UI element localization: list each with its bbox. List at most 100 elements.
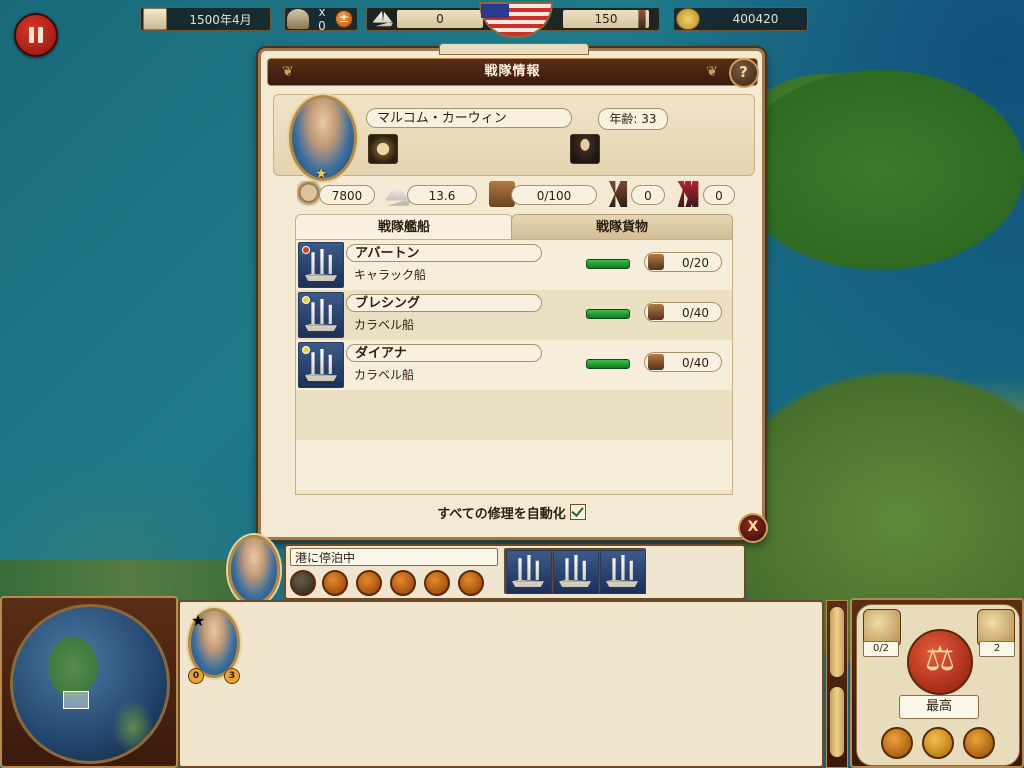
cargo-barrel-icon [648, 304, 664, 320]
ship-name: アバートン [346, 244, 542, 262]
gold-display: 400420 [673, 7, 808, 31]
empty-row [296, 390, 732, 440]
ornament-right-icon: ❦ [706, 64, 719, 80]
carrack-ship-icon[interactable] [298, 242, 344, 288]
ship-list: アバートン キャラック船 0/20 ブレシング カラベル船 0/40 ダイアナ … [295, 239, 733, 495]
ship-health-bar [586, 309, 630, 319]
scroll-up-handle[interactable] [830, 607, 844, 677]
fleet-view-button[interactable] [290, 570, 316, 596]
scroll-down-handle[interactable] [830, 687, 844, 757]
minimap-frame [0, 596, 178, 768]
fleet-info-dialog: ❦ 戦隊情報 ❦ ? ★ マルコム・カーウィン 年齢: 33 7800 13.6… [258, 43, 768, 543]
help-button[interactable]: ? [729, 58, 759, 88]
message-scroll-rail [826, 600, 848, 768]
view-rectangle-icon [63, 691, 89, 709]
fleet-captain-portrait[interactable] [228, 535, 280, 605]
fleet-ship-slots [504, 548, 646, 594]
fleet-status: 港に停泊中 [290, 548, 498, 566]
sail-button[interactable] [322, 570, 348, 596]
soldiers-value: 0 [703, 185, 735, 205]
ship-wheel-button[interactable] [963, 727, 995, 759]
coins-icon [676, 8, 700, 30]
dialog-tab-behind [439, 43, 589, 55]
cargo-barrel-icon [648, 354, 664, 370]
flag-dot-icon [302, 296, 310, 304]
quest-count: 0/2 [863, 641, 899, 657]
badge-left: 0 [188, 668, 204, 684]
ship-icon [373, 10, 393, 27]
hourglass-count: x 0 [318, 5, 326, 33]
ship-type: カラベル船 [354, 318, 415, 332]
soldiers-icon [677, 181, 699, 207]
gold-amount: 400420 [732, 12, 779, 26]
reputation-panel: 0/2 2 最高 [850, 598, 1024, 768]
ship-row[interactable]: ブレシング カラベル船 0/40 [296, 290, 732, 340]
message-panel: ★ 0 3 [178, 600, 824, 768]
flag-dot-icon [302, 346, 310, 354]
nation-resources: 0 150 [366, 2, 660, 38]
officer-icon[interactable] [570, 134, 600, 164]
date-display: 1500年4月 [140, 7, 271, 31]
empty-row [296, 440, 732, 490]
captain-portrait[interactable]: ★ [289, 95, 357, 182]
flag-button[interactable] [424, 570, 450, 596]
rank-star-icon: ★ [315, 166, 328, 182]
auto-repair-option[interactable]: すべての修理を自動化 [261, 503, 762, 522]
ship-row[interactable]: アバートン キャラック船 0/20 [296, 240, 732, 290]
ship-health-bar [586, 259, 630, 269]
notes-count: 2 [979, 641, 1015, 657]
tab-fleet-cargo[interactable]: 戦隊貨物 [511, 214, 733, 240]
navigation-skill-icon[interactable] [368, 134, 398, 164]
reputation-inner: 0/2 2 最高 [856, 604, 1020, 766]
ship-row[interactable]: ダイアナ カラベル船 0/40 [296, 340, 732, 390]
diplomacy-button[interactable] [881, 727, 913, 759]
crew-value: 0 [631, 185, 665, 205]
ship-name: ダイアナ [346, 344, 542, 362]
pause-bar [29, 27, 34, 43]
dialog-title: 戦隊情報 [484, 64, 541, 79]
cargo-value: 0/100 [511, 185, 597, 205]
badge-right: 3 [224, 668, 240, 684]
caravel-ship-icon[interactable] [298, 342, 344, 388]
ship-name: ブレシング [346, 294, 542, 312]
ornament-left-icon: ❦ [282, 64, 295, 80]
trade-route-button[interactable] [356, 570, 382, 596]
target-button[interactable] [458, 570, 484, 596]
ships-count: 0 [397, 10, 483, 28]
fleet-ship-carrack[interactable] [506, 550, 552, 594]
rank-star-icon: ★ [191, 611, 206, 630]
dialog-header: ❦ 戦隊情報 ❦ ? [267, 58, 759, 88]
hourglass-display: x 0 ± [284, 5, 358, 33]
captain-name: マルコム・カーウィン [366, 108, 572, 128]
close-button[interactable]: X [738, 513, 768, 543]
economy-button[interactable] [922, 727, 954, 759]
pause-button[interactable] [14, 13, 58, 57]
fleet-ship-caravel[interactable] [553, 550, 599, 594]
balance-scale-icon[interactable] [907, 629, 973, 695]
caravel-ship-icon[interactable] [298, 292, 344, 338]
fleet-ship-caravel[interactable] [600, 550, 646, 594]
ship-type: カラベル船 [354, 368, 415, 382]
speed-toggle-button[interactable]: ± [335, 10, 353, 28]
flag-dot-icon [302, 246, 310, 254]
tab-fleet-ships[interactable]: 戦隊艦船 [295, 214, 513, 240]
hourglass-icon [287, 9, 309, 29]
calendar-icon [143, 8, 167, 30]
captain-age: 年齢: 33 [598, 108, 668, 130]
pause-bar [38, 27, 43, 43]
ship-health-bar [586, 359, 630, 369]
fleet-bar: 港に停泊中 [284, 544, 746, 600]
date-text: 1500年4月 [189, 12, 252, 27]
ship-type: キャラック船 [354, 268, 427, 282]
provisions-value: 7800 [319, 185, 375, 205]
reputation-rank: 最高 [899, 695, 979, 719]
auto-repair-label: すべての修理を自動化 [437, 507, 566, 522]
cargo-barrel-icon [648, 254, 664, 270]
crew-icon [608, 181, 628, 207]
minimap-globe[interactable] [10, 604, 170, 764]
auto-repair-checkbox[interactable] [569, 504, 586, 520]
fleet-tabs: 戦隊艦船 戦隊貨物 [295, 214, 733, 240]
speed-value: 13.6 [407, 185, 477, 205]
anchor-button[interactable] [390, 570, 416, 596]
soldiers-count: 150 [563, 10, 649, 28]
